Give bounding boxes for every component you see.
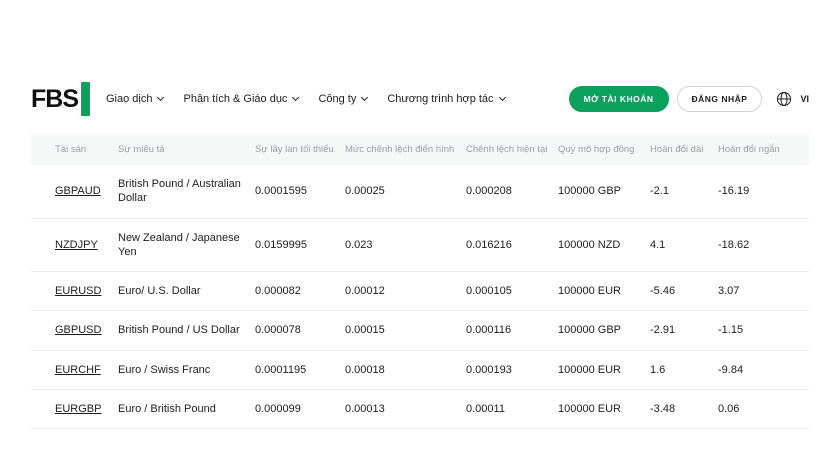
- description-cell: Euro / Swiss Franc: [118, 350, 255, 391]
- swap-short-cell: -16.19: [718, 165, 809, 219]
- contract-size-cell: 100000 EUR: [558, 350, 650, 391]
- swap-long-cell: 4.1: [650, 218, 718, 273]
- nav-item-label: Giao dịch: [106, 93, 153, 105]
- current-spread-cell: 0.000105: [466, 271, 558, 312]
- page: FBS Giao dịch Phân tích & Giáo dục Công …: [0, 0, 840, 430]
- fbs-logo-text: FBS: [31, 85, 79, 113]
- swap-long-cell: -5.46: [650, 271, 718, 312]
- swap-long-cell: -3.48: [650, 389, 718, 430]
- table-row: EURCHF Euro / Swiss Franc 0.0001195 0.00…: [31, 350, 809, 391]
- nav-item-label: Phân tích & Giáo dục: [183, 93, 288, 105]
- asset-link[interactable]: NZDJPY: [55, 239, 98, 251]
- nav-item-phan-tich-giao-duc[interactable]: Phân tích & Giáo dục: [183, 93, 300, 105]
- topbar-actions: MỞ TÀI KHOẢN ĐĂNG NHẬP VI: [568, 86, 809, 112]
- asset-link[interactable]: EURGBP: [55, 403, 101, 415]
- asset-link[interactable]: EURCHF: [55, 364, 101, 376]
- typical-spread-cell: 0.00025: [345, 165, 466, 219]
- current-spread-cell: 0.016216: [466, 218, 558, 273]
- login-button[interactable]: ĐĂNG NHẬP: [676, 86, 763, 112]
- contract-size-cell: 100000 NZD: [558, 218, 650, 273]
- nav-item-giao-dich[interactable]: Giao dịch: [106, 93, 165, 105]
- description-cell: Euro/ U.S. Dollar: [118, 271, 255, 312]
- min-spread-cell: 0.000082: [255, 271, 345, 312]
- nav-item-label: Chương trình hợp tác: [387, 93, 494, 105]
- min-spread-cell: 0.0001195: [255, 350, 345, 391]
- asset-cell: EURUSD: [31, 271, 118, 312]
- description-cell: British Pound / US Dollar: [118, 310, 255, 351]
- chevron-down-icon: [498, 93, 506, 102]
- nav-item-chuong-trinh-hop-tac[interactable]: Chương trình hợp tác: [387, 93, 506, 105]
- column-header-swap-long: Hoán đổi dài: [650, 134, 718, 165]
- min-spread-cell: 0.000078: [255, 310, 345, 351]
- column-header-min-spread: Sự lây lan tối thiểu: [255, 134, 345, 165]
- asset-link[interactable]: GBPUSD: [55, 324, 101, 336]
- description-cell: Euro / British Pound: [118, 389, 255, 430]
- contract-size-cell: 100000 EUR: [558, 389, 650, 430]
- asset-link[interactable]: GBPAUD: [55, 185, 101, 197]
- swap-long-cell: 1.6: [650, 350, 718, 391]
- table-row: GBPUSD British Pound / US Dollar 0.00007…: [31, 310, 809, 351]
- fbs-logo-green-bar: [81, 82, 90, 116]
- top-navigation: FBS Giao dịch Phân tích & Giáo dục Công …: [31, 81, 809, 117]
- asset-cell: GBPAUD: [31, 165, 118, 219]
- typical-spread-cell: 0.00012: [345, 271, 466, 312]
- asset-cell: EURGBP: [31, 389, 118, 430]
- asset-cell: EURCHF: [31, 350, 118, 391]
- column-header-swap-short: Hoán đổi ngắn: [718, 134, 809, 165]
- min-spread-cell: 0.0159995: [255, 218, 345, 273]
- min-spread-cell: 0.0001595: [255, 165, 345, 219]
- chevron-down-icon: [292, 93, 300, 102]
- main-nav: Giao dịch Phân tích & Giáo dục Công ty C…: [106, 93, 506, 105]
- globe-icon[interactable]: [776, 91, 792, 107]
- current-spread-cell: 0.000208: [466, 165, 558, 219]
- table-row: NZDJPY New Zealand / Japanese Yen 0.0159…: [31, 218, 809, 273]
- contract-size-cell: 100000 GBP: [558, 165, 650, 219]
- current-spread-cell: 0.00011: [466, 389, 558, 430]
- swap-short-cell: -18.62: [718, 218, 809, 273]
- column-header-typical-spread: Mức chênh lệch điển hình: [345, 134, 466, 165]
- swap-short-cell: 0.06: [718, 389, 809, 430]
- table-row: GBPAUD British Pound / Australian Dollar…: [31, 165, 809, 219]
- current-spread-cell: 0.000193: [466, 350, 558, 391]
- chevron-down-icon: [361, 93, 369, 102]
- swap-short-cell: -1.15: [718, 310, 809, 351]
- typical-spread-cell: 0.023: [345, 218, 466, 273]
- swap-long-cell: -2.1: [650, 165, 718, 219]
- swap-short-cell: -9.84: [718, 350, 809, 391]
- current-spread-cell: 0.000116: [466, 310, 558, 351]
- asset-cell: NZDJPY: [31, 218, 118, 273]
- nav-item-label: Công ty: [318, 93, 357, 105]
- contract-size-cell: 100000 EUR: [558, 271, 650, 312]
- spreads-table: Tài sản Sự miêu tả Sự lây lan tối thiểu …: [31, 134, 809, 430]
- chevron-down-icon: [157, 93, 165, 102]
- asset-link[interactable]: EURUSD: [55, 285, 101, 297]
- description-cell: British Pound / Australian Dollar: [118, 165, 255, 219]
- description-cell: New Zealand / Japanese Yen: [118, 218, 255, 273]
- open-account-button[interactable]: MỞ TÀI KHOẢN: [568, 86, 669, 112]
- table-header-row: Tài sản Sự miêu tả Sự lây lan tối thiểu …: [31, 134, 809, 165]
- fbs-logo[interactable]: FBS: [31, 82, 90, 116]
- table-row: EURGBP Euro / British Pound 0.000099 0.0…: [31, 389, 809, 430]
- swap-short-cell: 3.07: [718, 271, 809, 312]
- nav-item-cong-ty[interactable]: Công ty: [318, 93, 369, 105]
- language-label[interactable]: VI: [800, 94, 809, 104]
- column-header-current-spread: Chênh lệch hiện tại: [466, 134, 558, 165]
- table-row: EURUSD Euro/ U.S. Dollar 0.000082 0.0001…: [31, 271, 809, 312]
- typical-spread-cell: 0.00015: [345, 310, 466, 351]
- column-header-contract-size: Quy mô hợp đồng: [558, 134, 650, 165]
- asset-cell: GBPUSD: [31, 310, 118, 351]
- typical-spread-cell: 0.00013: [345, 389, 466, 430]
- typical-spread-cell: 0.00018: [345, 350, 466, 391]
- column-header-asset: Tài sản: [31, 134, 118, 165]
- min-spread-cell: 0.000099: [255, 389, 345, 430]
- swap-long-cell: -2.91: [650, 310, 718, 351]
- contract-size-cell: 100000 GBP: [558, 310, 650, 351]
- column-header-description: Sự miêu tả: [118, 134, 255, 165]
